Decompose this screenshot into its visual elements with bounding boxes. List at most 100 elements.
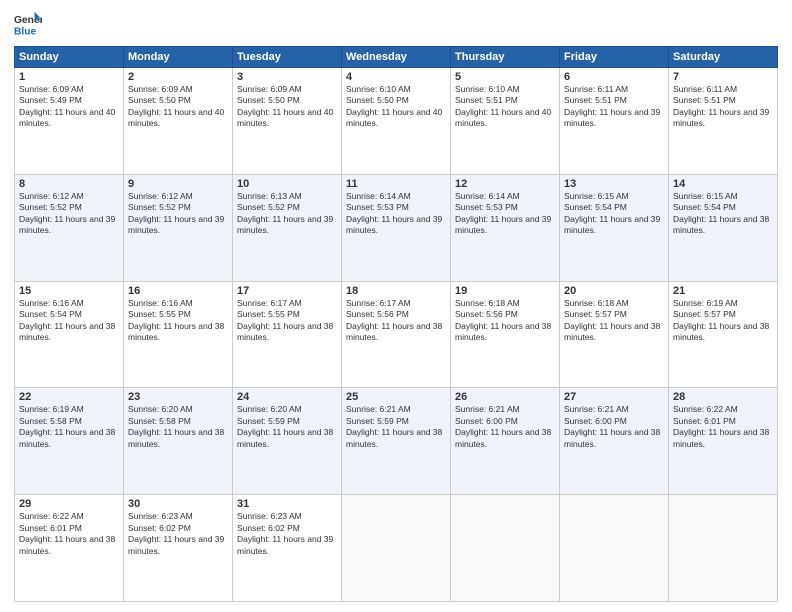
col-saturday: Saturday: [669, 47, 778, 68]
day-number: 31: [237, 498, 337, 510]
day-number: 14: [673, 178, 773, 190]
logo: General Blue: [14, 10, 42, 38]
day-info: Sunrise: 6:17 AM Sunset: 5:56 PM Dayligh…: [346, 298, 446, 344]
day-number: 16: [128, 285, 228, 297]
day-number: 21: [673, 285, 773, 297]
table-row: 7 Sunrise: 6:11 AM Sunset: 5:51 PM Dayli…: [669, 68, 778, 175]
table-row: 12 Sunrise: 6:14 AM Sunset: 5:53 PM Dayl…: [451, 174, 560, 281]
day-info: Sunrise: 6:09 AM Sunset: 5:50 PM Dayligh…: [128, 84, 228, 130]
day-info: Sunrise: 6:21 AM Sunset: 6:00 PM Dayligh…: [455, 404, 555, 450]
svg-text:Blue: Blue: [14, 26, 37, 37]
calendar-week-row: 15 Sunrise: 6:16 AM Sunset: 5:54 PM Dayl…: [15, 281, 778, 388]
table-row: 8 Sunrise: 6:12 AM Sunset: 5:52 PM Dayli…: [15, 174, 124, 281]
col-friday: Friday: [560, 47, 669, 68]
table-row: 3 Sunrise: 6:09 AM Sunset: 5:50 PM Dayli…: [233, 68, 342, 175]
day-info: Sunrise: 6:21 AM Sunset: 6:00 PM Dayligh…: [564, 404, 664, 450]
calendar-week-row: 22 Sunrise: 6:19 AM Sunset: 5:58 PM Dayl…: [15, 388, 778, 495]
table-row: 26 Sunrise: 6:21 AM Sunset: 6:00 PM Dayl…: [451, 388, 560, 495]
day-number: 29: [19, 498, 119, 510]
day-number: 23: [128, 391, 228, 403]
day-info: Sunrise: 6:11 AM Sunset: 5:51 PM Dayligh…: [564, 84, 664, 130]
table-row: 13 Sunrise: 6:15 AM Sunset: 5:54 PM Dayl…: [560, 174, 669, 281]
logo-icon: General Blue: [14, 10, 42, 38]
day-info: Sunrise: 6:15 AM Sunset: 5:54 PM Dayligh…: [564, 191, 664, 237]
day-number: 7: [673, 71, 773, 83]
day-info: Sunrise: 6:23 AM Sunset: 6:02 PM Dayligh…: [237, 511, 337, 557]
day-info: Sunrise: 6:20 AM Sunset: 5:58 PM Dayligh…: [128, 404, 228, 450]
day-info: Sunrise: 6:19 AM Sunset: 5:57 PM Dayligh…: [673, 298, 773, 344]
table-row: [451, 495, 560, 602]
day-info: Sunrise: 6:22 AM Sunset: 6:01 PM Dayligh…: [673, 404, 773, 450]
day-number: 4: [346, 71, 446, 83]
table-row: 21 Sunrise: 6:19 AM Sunset: 5:57 PM Dayl…: [669, 281, 778, 388]
col-thursday: Thursday: [451, 47, 560, 68]
day-info: Sunrise: 6:10 AM Sunset: 5:51 PM Dayligh…: [455, 84, 555, 130]
day-info: Sunrise: 6:18 AM Sunset: 5:57 PM Dayligh…: [564, 298, 664, 344]
table-row: 11 Sunrise: 6:14 AM Sunset: 5:53 PM Dayl…: [342, 174, 451, 281]
day-number: 10: [237, 178, 337, 190]
header: General Blue: [14, 10, 778, 38]
day-number: 15: [19, 285, 119, 297]
table-row: 6 Sunrise: 6:11 AM Sunset: 5:51 PM Dayli…: [560, 68, 669, 175]
table-row: 9 Sunrise: 6:12 AM Sunset: 5:52 PM Dayli…: [124, 174, 233, 281]
day-info: Sunrise: 6:16 AM Sunset: 5:55 PM Dayligh…: [128, 298, 228, 344]
table-row: 27 Sunrise: 6:21 AM Sunset: 6:00 PM Dayl…: [560, 388, 669, 495]
day-info: Sunrise: 6:12 AM Sunset: 5:52 PM Dayligh…: [128, 191, 228, 237]
day-number: 9: [128, 178, 228, 190]
table-row: 20 Sunrise: 6:18 AM Sunset: 5:57 PM Dayl…: [560, 281, 669, 388]
day-number: 11: [346, 178, 446, 190]
day-info: Sunrise: 6:09 AM Sunset: 5:49 PM Dayligh…: [19, 84, 119, 130]
page: General Blue Sunday Monday Tuesday Wedne…: [0, 0, 792, 612]
day-number: 3: [237, 71, 337, 83]
table-row: 17 Sunrise: 6:17 AM Sunset: 5:55 PM Dayl…: [233, 281, 342, 388]
day-number: 17: [237, 285, 337, 297]
day-number: 22: [19, 391, 119, 403]
table-row: 2 Sunrise: 6:09 AM Sunset: 5:50 PM Dayli…: [124, 68, 233, 175]
table-row: [560, 495, 669, 602]
col-tuesday: Tuesday: [233, 47, 342, 68]
day-number: 5: [455, 71, 555, 83]
table-row: [669, 495, 778, 602]
table-row: 15 Sunrise: 6:16 AM Sunset: 5:54 PM Dayl…: [15, 281, 124, 388]
table-row: 29 Sunrise: 6:22 AM Sunset: 6:01 PM Dayl…: [15, 495, 124, 602]
day-info: Sunrise: 6:10 AM Sunset: 5:50 PM Dayligh…: [346, 84, 446, 130]
table-row: 16 Sunrise: 6:16 AM Sunset: 5:55 PM Dayl…: [124, 281, 233, 388]
table-row: 18 Sunrise: 6:17 AM Sunset: 5:56 PM Dayl…: [342, 281, 451, 388]
day-info: Sunrise: 6:14 AM Sunset: 5:53 PM Dayligh…: [455, 191, 555, 237]
day-number: 28: [673, 391, 773, 403]
table-row: 10 Sunrise: 6:13 AM Sunset: 5:52 PM Dayl…: [233, 174, 342, 281]
table-row: 28 Sunrise: 6:22 AM Sunset: 6:01 PM Dayl…: [669, 388, 778, 495]
day-number: 20: [564, 285, 664, 297]
day-number: 25: [346, 391, 446, 403]
day-info: Sunrise: 6:19 AM Sunset: 5:58 PM Dayligh…: [19, 404, 119, 450]
table-row: 25 Sunrise: 6:21 AM Sunset: 5:59 PM Dayl…: [342, 388, 451, 495]
calendar-header-row: Sunday Monday Tuesday Wednesday Thursday…: [15, 47, 778, 68]
day-number: 1: [19, 71, 119, 83]
table-row: [342, 495, 451, 602]
calendar-week-row: 29 Sunrise: 6:22 AM Sunset: 6:01 PM Dayl…: [15, 495, 778, 602]
day-info: Sunrise: 6:13 AM Sunset: 5:52 PM Dayligh…: [237, 191, 337, 237]
day-number: 8: [19, 178, 119, 190]
col-sunday: Sunday: [15, 47, 124, 68]
table-row: 23 Sunrise: 6:20 AM Sunset: 5:58 PM Dayl…: [124, 388, 233, 495]
table-row: 14 Sunrise: 6:15 AM Sunset: 5:54 PM Dayl…: [669, 174, 778, 281]
day-info: Sunrise: 6:23 AM Sunset: 6:02 PM Dayligh…: [128, 511, 228, 557]
calendar-week-row: 1 Sunrise: 6:09 AM Sunset: 5:49 PM Dayli…: [15, 68, 778, 175]
calendar: Sunday Monday Tuesday Wednesday Thursday…: [14, 46, 778, 602]
table-row: 24 Sunrise: 6:20 AM Sunset: 5:59 PM Dayl…: [233, 388, 342, 495]
table-row: 30 Sunrise: 6:23 AM Sunset: 6:02 PM Dayl…: [124, 495, 233, 602]
table-row: 4 Sunrise: 6:10 AM Sunset: 5:50 PM Dayli…: [342, 68, 451, 175]
day-info: Sunrise: 6:15 AM Sunset: 5:54 PM Dayligh…: [673, 191, 773, 237]
day-info: Sunrise: 6:22 AM Sunset: 6:01 PM Dayligh…: [19, 511, 119, 557]
table-row: 19 Sunrise: 6:18 AM Sunset: 5:56 PM Dayl…: [451, 281, 560, 388]
day-info: Sunrise: 6:11 AM Sunset: 5:51 PM Dayligh…: [673, 84, 773, 130]
day-info: Sunrise: 6:18 AM Sunset: 5:56 PM Dayligh…: [455, 298, 555, 344]
day-number: 30: [128, 498, 228, 510]
day-info: Sunrise: 6:21 AM Sunset: 5:59 PM Dayligh…: [346, 404, 446, 450]
day-info: Sunrise: 6:12 AM Sunset: 5:52 PM Dayligh…: [19, 191, 119, 237]
day-number: 6: [564, 71, 664, 83]
day-number: 12: [455, 178, 555, 190]
table-row: 22 Sunrise: 6:19 AM Sunset: 5:58 PM Dayl…: [15, 388, 124, 495]
day-number: 27: [564, 391, 664, 403]
day-info: Sunrise: 6:09 AM Sunset: 5:50 PM Dayligh…: [237, 84, 337, 130]
